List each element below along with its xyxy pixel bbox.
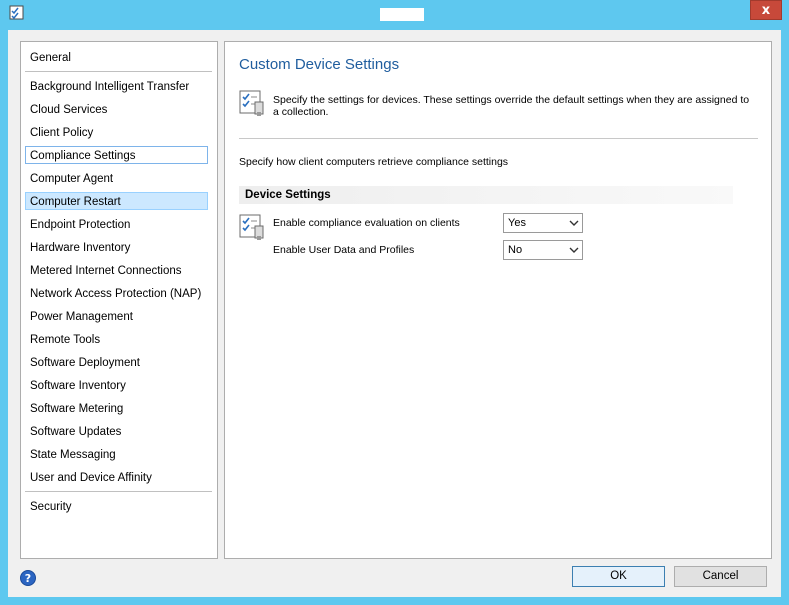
sidebar-item-compliance-settings[interactable]: Compliance Settings xyxy=(25,146,208,164)
settings-check-icon xyxy=(9,5,24,20)
sidebar-item-background-intelligent-transfer[interactable]: Background Intelligent Transfer xyxy=(25,77,208,95)
select-value: No xyxy=(508,244,523,256)
sidebar-item-metered-internet-connections[interactable]: Metered Internet Connections xyxy=(25,261,208,279)
setting-label-compliance-evaluation: Enable compliance evaluation on clients xyxy=(273,217,460,229)
sidebar-item-software-deployment[interactable]: Software Deployment xyxy=(25,353,208,371)
sidebar-item-network-access-protection[interactable]: Network Access Protection (NAP) xyxy=(25,284,208,302)
sidebar-item-hardware-inventory[interactable]: Hardware Inventory xyxy=(25,238,208,256)
settings-description: Specify the settings for devices. These … xyxy=(273,94,750,118)
setting-label-user-data-profiles: Enable User Data and Profiles xyxy=(273,244,415,256)
sidebar-separator xyxy=(25,71,212,72)
select-value: Yes xyxy=(508,217,526,229)
checklist-icon xyxy=(239,214,264,240)
compliance-evaluation-select[interactable]: Yes xyxy=(503,213,583,233)
chevron-down-icon xyxy=(569,220,579,226)
sidebar-item-state-messaging[interactable]: State Messaging xyxy=(25,445,208,463)
divider xyxy=(239,138,758,139)
sidebar-separator xyxy=(25,491,212,492)
settings-panel: Custom Device Settings Specify the setti… xyxy=(224,41,772,559)
sidebar-item-computer-restart[interactable]: Computer Restart xyxy=(25,192,208,210)
close-button[interactable]: x xyxy=(750,0,782,20)
sidebar-item-client-policy[interactable]: Client Policy xyxy=(25,123,208,141)
sidebar-item-software-metering[interactable]: Software Metering xyxy=(25,399,208,417)
settings-instruction: Specify how client computers retrieve co… xyxy=(239,156,509,168)
settings-category-list: General Background Intelligent Transfer … xyxy=(20,41,218,559)
sidebar-item-cloud-services[interactable]: Cloud Services xyxy=(25,100,208,118)
sidebar-item-software-updates[interactable]: Software Updates xyxy=(25,422,208,440)
help-icon[interactable]: ? xyxy=(20,570,36,586)
chevron-down-icon xyxy=(569,247,579,253)
title-bar: Default x xyxy=(0,0,789,30)
window-title: Default xyxy=(380,8,424,21)
sidebar-item-user-and-device-affinity[interactable]: User and Device Affinity xyxy=(25,468,208,486)
dialog-body: General Background Intelligent Transfer … xyxy=(8,30,781,597)
cancel-button[interactable]: Cancel xyxy=(674,566,767,587)
sidebar-item-computer-agent[interactable]: Computer Agent xyxy=(25,169,208,187)
sidebar-item-endpoint-protection[interactable]: Endpoint Protection xyxy=(25,215,208,233)
user-data-profiles-select[interactable]: No xyxy=(503,240,583,260)
sidebar-item-remote-tools[interactable]: Remote Tools xyxy=(25,330,208,348)
sidebar-item-software-inventory[interactable]: Software Inventory xyxy=(25,376,208,394)
section-header-device-settings: Device Settings xyxy=(239,186,733,204)
checklist-icon xyxy=(239,90,264,116)
sidebar-item-security[interactable]: Security xyxy=(25,497,208,515)
sidebar-item-power-management[interactable]: Power Management xyxy=(25,307,208,325)
sidebar-item-general[interactable]: General xyxy=(25,48,208,66)
page-title: Custom Device Settings xyxy=(239,56,400,73)
ok-button[interactable]: OK xyxy=(572,566,665,587)
